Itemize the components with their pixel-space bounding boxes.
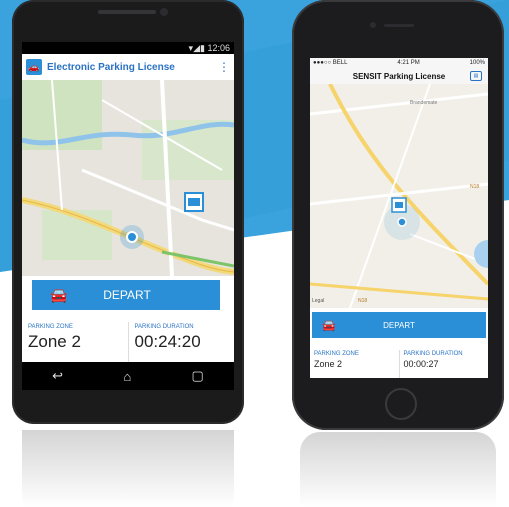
app-bar: 🚗 Electronic Parking License ⋮ <box>22 54 234 81</box>
car-icon: 🚘 <box>50 286 68 303</box>
parking-info: PARKING ZONE Zone 2 PARKING DURATION 00:… <box>22 322 234 364</box>
zone-label: PARKING ZONE <box>28 324 73 330</box>
android-screen: ▾◢▮ 12:06 🚗 Electronic Parking License ⋮ <box>22 42 234 390</box>
app-title: Electronic Parking License <box>47 61 175 73</box>
zone-cell: PARKING ZONE Zone 2 <box>22 322 128 364</box>
map-label: N18 <box>470 184 479 190</box>
car-icon: 🚘 <box>322 319 336 332</box>
status-bar: ▾◢▮ 12:06 <box>22 42 234 54</box>
duration-label: PARKING DURATION <box>403 351 463 357</box>
home-button[interactable] <box>385 388 417 420</box>
profile-card-icon[interactable]: ▤ <box>470 71 482 81</box>
parking-info: PARKING ZONE Zone 2 PARKING DURATION 00:… <box>310 350 488 378</box>
more-vertical-icon[interactable]: ⋮ <box>218 60 230 74</box>
depart-label: DEPART <box>383 320 415 330</box>
home-icon[interactable]: ⌂ <box>123 369 131 384</box>
front-camera <box>370 22 376 28</box>
earpiece <box>98 10 156 14</box>
zone-value: Zone 2 <box>314 359 343 369</box>
nav-bar: SENSIT Parking License ▤ <box>310 68 488 85</box>
map-label: Brandemate <box>410 100 437 106</box>
app-title: SENSIT Parking License <box>352 71 446 81</box>
iphone: ●●●○○ BELL 4:21 PM 100% SENSIT Parking L… <box>292 0 504 430</box>
depart-button[interactable]: 🚘 DEPART <box>32 280 220 310</box>
app-logo-icon: 🚗 <box>26 59 42 75</box>
android-nav-bar: ↩ ⌂ ▢ <box>22 362 234 390</box>
map-label: Legal <box>312 298 324 304</box>
front-camera <box>160 8 168 16</box>
depart-button[interactable]: 🚘 DEPART <box>312 312 486 338</box>
status-time: 4:21 PM <box>397 60 420 66</box>
iphone-reflection <box>300 432 496 507</box>
duration-value: 00:24:20 <box>134 332 201 351</box>
battery: 100% <box>469 60 485 66</box>
earpiece <box>384 24 414 27</box>
status-bar: ●●●○○ BELL 4:21 PM 100% <box>310 58 488 68</box>
duration-value: 00:00:27 <box>403 359 439 369</box>
android-phone: ▾◢▮ 12:06 🚗 Electronic Parking License ⋮ <box>12 0 244 424</box>
map-label: N18 <box>358 298 367 304</box>
duration-cell: PARKING DURATION 00:24:20 <box>127 322 235 364</box>
signal-icon: ▾◢▮ <box>188 43 205 53</box>
back-icon[interactable]: ↩ <box>52 368 63 384</box>
status-time: 12:06 <box>207 43 230 53</box>
iphone-screen: ●●●○○ BELL 4:21 PM 100% SENSIT Parking L… <box>310 58 488 378</box>
recent-apps-icon[interactable]: ▢ <box>192 368 204 384</box>
map-view[interactable]: Brandemate N18 N18 Legal <box>310 84 488 308</box>
depart-label: DEPART <box>103 288 151 302</box>
map-view[interactable] <box>22 80 234 276</box>
carrier: ●●●○○ BELL <box>313 60 348 66</box>
zone-label: PARKING ZONE <box>314 351 359 357</box>
android-reflection <box>22 430 234 507</box>
duration-cell: PARKING DURATION 00:00:27 <box>398 350 489 378</box>
duration-label: PARKING DURATION <box>134 324 194 330</box>
zone-cell: PARKING ZONE Zone 2 <box>310 350 399 378</box>
zone-value: Zone 2 <box>28 332 81 351</box>
